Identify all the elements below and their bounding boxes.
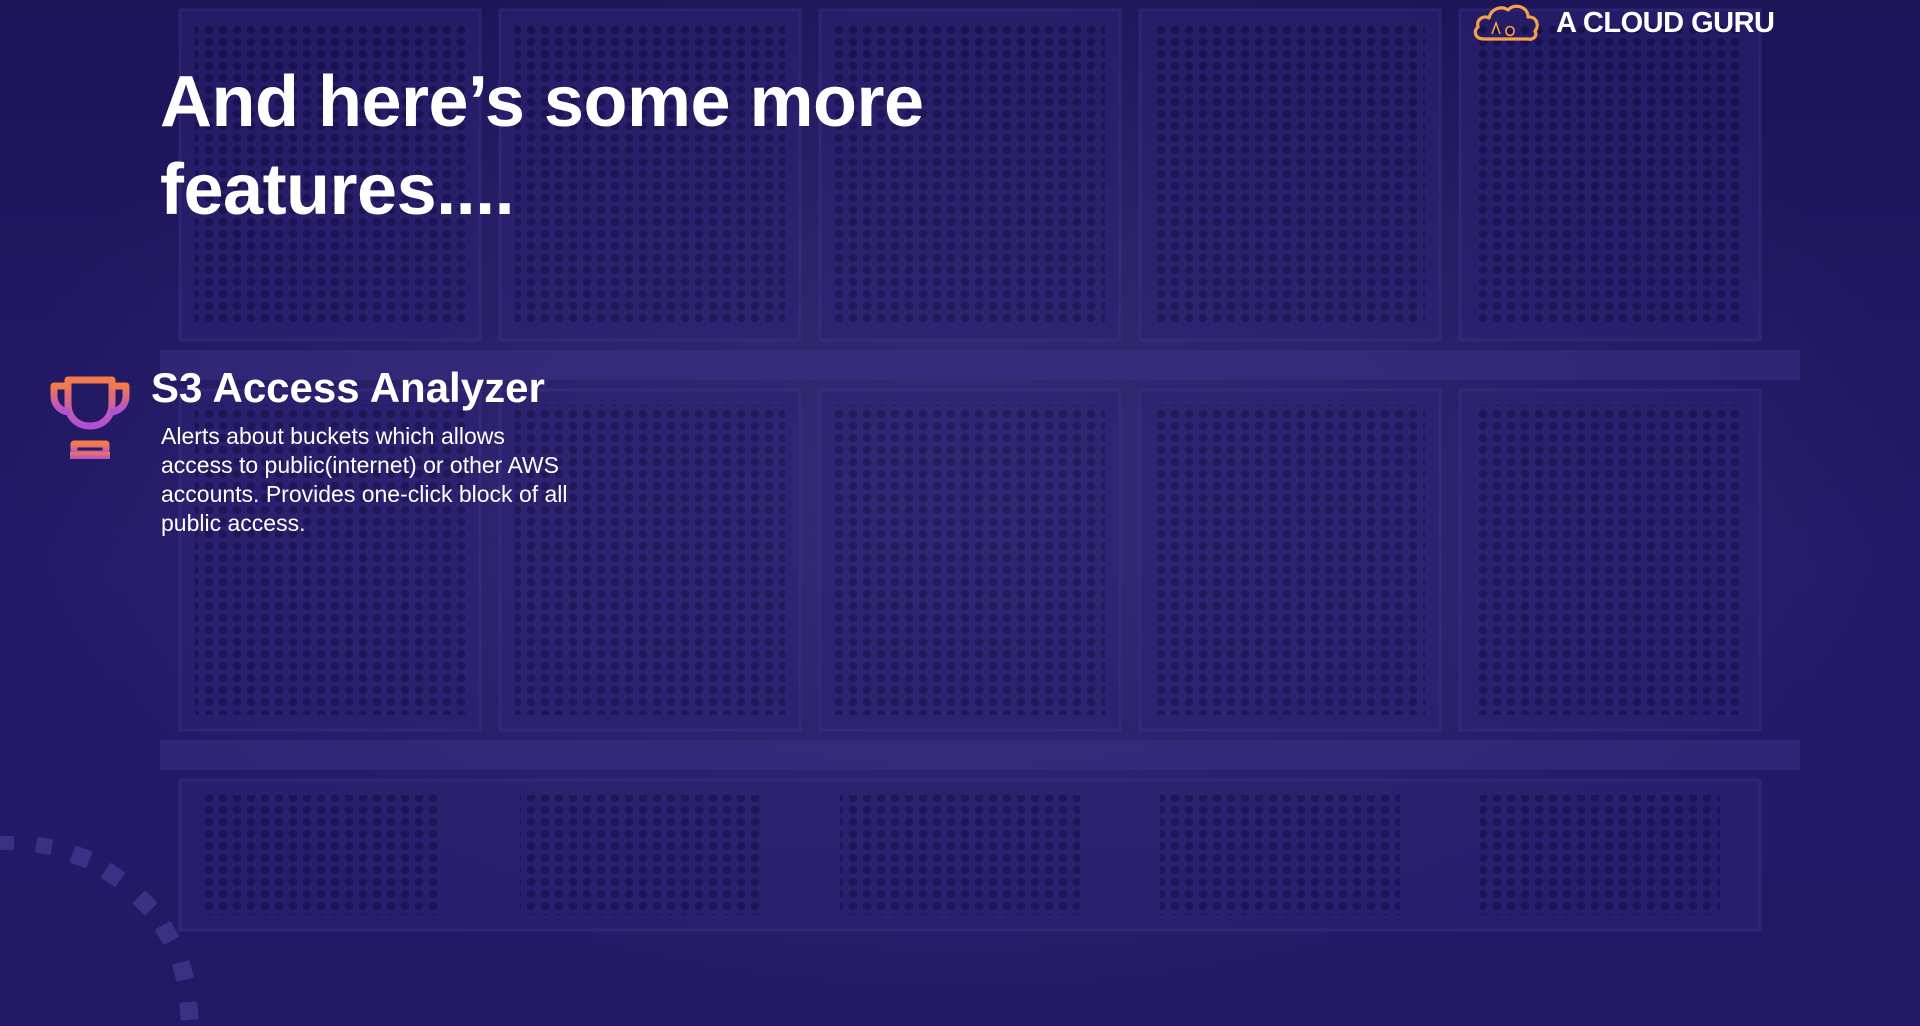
brand-logo: A CLOUD GURU (1470, 0, 1775, 46)
cloud-logo-icon (1473, 4, 1539, 41)
slide-canvas: A CLOUD GURU And here’s some more featur… (0, 0, 1920, 1026)
brand-name: A CLOUD GURU (1556, 6, 1775, 39)
feature-description: Alerts about buckets which allows access… (161, 423, 568, 536)
feature-title: S3 Access Analyzer (151, 364, 545, 411)
decorative-dots-arc (0, 836, 199, 1021)
trophy-icon (50, 376, 130, 459)
slide-title: And here’s some more features.... (160, 62, 924, 230)
